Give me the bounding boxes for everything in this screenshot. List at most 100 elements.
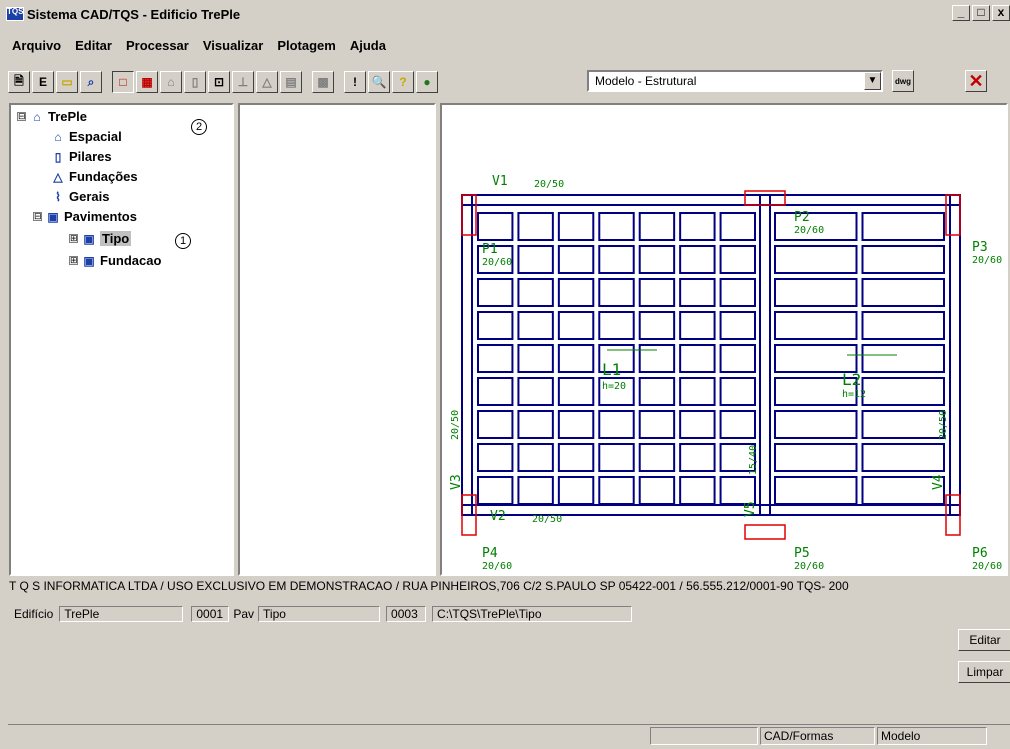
slab-cell	[774, 443, 858, 472]
path-field[interactable]: C:\TQS\TrePle\Tipo	[432, 606, 633, 622]
collapse-icon[interactable]: ⊟	[33, 212, 42, 221]
slab-cell	[477, 476, 514, 505]
slab-cell	[517, 212, 554, 241]
help-icon[interactable]: ?	[392, 71, 414, 93]
menu-bar: Arquivo Editar Processar Visualizar Plot…	[4, 38, 392, 58]
tree-item-gerais[interactable]: ⌇ Gerais	[51, 189, 109, 204]
license-info: T Q S INFORMATICA LTDA / USO EXCLUSIVO E…	[9, 579, 849, 593]
slab-cell	[557, 212, 595, 241]
edit-icon[interactable]: E	[32, 71, 54, 93]
structure-icon[interactable]: △	[256, 71, 278, 93]
zoom-icon[interactable]: 🔍	[368, 71, 390, 93]
calculator-icon[interactable]: ▩	[312, 71, 334, 93]
slab-cell	[638, 278, 676, 307]
label-v2: V2	[490, 509, 506, 524]
tree-item-label: Pavimentos	[64, 209, 137, 224]
label-p3: P3	[972, 240, 988, 255]
grid-icon[interactable]: ▦	[136, 71, 158, 93]
slab-cell	[517, 410, 554, 439]
editar-button[interactable]: Editar	[958, 629, 1010, 651]
slab-cell	[679, 476, 716, 505]
label-p5: P5	[794, 546, 810, 561]
tree-item-pavimentos[interactable]: ⊟ ▣ Pavimentos	[33, 209, 137, 224]
slab-cell	[774, 278, 858, 307]
pav-field[interactable]: Tipo	[258, 606, 381, 622]
slab-cell	[638, 212, 676, 241]
title-bar: TQS Sistema CAD/TQS - Edificio TrePle _ …	[4, 3, 1010, 25]
model-select-value: Modelo - Estrutural	[595, 74, 697, 88]
collapse-icon[interactable]: ⊟	[17, 112, 26, 121]
message-area: Editar Limpar	[8, 625, 1010, 722]
slab-cell	[517, 311, 554, 340]
slab-cell	[517, 443, 554, 472]
slab-cell	[861, 344, 945, 373]
close-window-button[interactable]: x	[992, 5, 1010, 21]
menu-visualizar[interactable]: Visualizar	[203, 38, 263, 58]
tree-root[interactable]: ⊟ ⌂ TrePle	[17, 109, 87, 124]
slab-cell	[638, 311, 676, 340]
info-icon[interactable]: !	[344, 71, 366, 93]
pillar-icon[interactable]: ▯	[184, 71, 206, 93]
dwg-export-icon[interactable]: dwg	[892, 70, 914, 92]
slab-cell	[598, 476, 635, 505]
floor-icon: ▣	[83, 231, 95, 246]
status-model: Modelo	[877, 727, 987, 745]
menu-arquivo[interactable]: Arquivo	[12, 38, 61, 58]
minimize-button[interactable]: _	[952, 5, 970, 21]
folder-icon[interactable]: ▭	[56, 71, 78, 93]
dim-p5: 20/60	[794, 561, 824, 572]
floor-icon: ▣	[83, 253, 95, 268]
expand-icon[interactable]: ⊞	[69, 234, 78, 243]
pillar-icon: ▯	[54, 149, 62, 164]
slab-cell	[679, 443, 716, 472]
slab-cell	[557, 443, 595, 472]
dim-v5: 15/40	[748, 445, 759, 475]
pav-num-field[interactable]: 0003	[386, 606, 427, 622]
menu-ajuda[interactable]: Ajuda	[350, 38, 386, 58]
find-icon[interactable]: ⌕	[80, 71, 102, 93]
slab-cell	[638, 245, 676, 274]
spatial-icon[interactable]: ⌂	[160, 71, 182, 93]
document-icon[interactable]: 🗎	[8, 71, 30, 93]
tree-item-espacial[interactable]: ⌂ Espacial	[51, 129, 121, 144]
slab-cell	[598, 311, 635, 340]
slab-cell	[679, 410, 716, 439]
slab-cell	[861, 311, 945, 340]
tree-item-fundacao[interactable]: ⊞ ▣ Fundacao	[69, 253, 161, 268]
edificio-code-field[interactable]: 0001	[191, 606, 230, 622]
edificio-field[interactable]: TrePle	[59, 606, 184, 622]
floor-plan-icon[interactable]: □	[112, 71, 134, 93]
h-l2: h=12	[842, 389, 866, 400]
spatial-icon: ⌂	[54, 129, 62, 144]
chevron-down-icon[interactable]: ▼	[864, 72, 881, 90]
building-tree: ⊟ ⌂ TrePle ⌂ Espacial ▯ Pilares △ Fundaç…	[9, 103, 234, 576]
menu-plotagem[interactable]: Plotagem	[277, 38, 336, 58]
label-p1: P1	[482, 242, 498, 257]
maximize-button[interactable]: □	[972, 5, 990, 21]
frame-icon[interactable]: ⊡	[208, 71, 230, 93]
globe-icon[interactable]: ●	[416, 71, 438, 93]
menu-editar[interactable]: Editar	[75, 38, 112, 58]
label-l2: L2	[842, 370, 861, 389]
slab-cell	[719, 377, 757, 406]
slab-cell	[719, 476, 757, 505]
close-icon[interactable]: ✕	[965, 70, 987, 92]
tree-item-label: Gerais	[69, 189, 110, 204]
slab-cell	[719, 212, 757, 241]
expand-icon[interactable]: ⊞	[69, 256, 78, 265]
foundation-icon[interactable]: ⊥	[232, 71, 254, 93]
tree-item-tipo[interactable]: ⊞ ▣ Tipo	[69, 231, 132, 246]
slab-cell	[557, 311, 595, 340]
drawing-icon[interactable]: ▤	[280, 71, 302, 93]
cad-canvas[interactable]: V1 20/50 V2 20/50 P1 20/60 P2 20/60 P3 2…	[440, 103, 1008, 576]
slab-cell	[598, 443, 635, 472]
dwg-label: dwg	[895, 76, 911, 86]
model-select[interactable]: Modelo - Estrutural ▼	[587, 70, 883, 92]
tree-item-pilares[interactable]: ▯ Pilares	[51, 149, 112, 164]
slab-cell	[679, 311, 716, 340]
limpar-button[interactable]: Limpar	[958, 661, 1010, 683]
dim-v1: 20/50	[534, 179, 564, 190]
menu-processar[interactable]: Processar	[126, 38, 189, 58]
tree-item-fundacoes[interactable]: △ Fundações	[51, 169, 137, 184]
general-icon: ⌇	[55, 189, 61, 204]
